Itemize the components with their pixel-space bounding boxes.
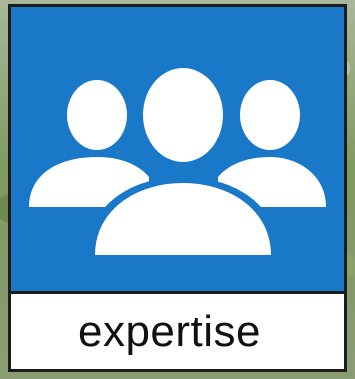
label-panel: expertise [11, 294, 344, 369]
team-group-icon [29, 61, 326, 255]
expertise-tile[interactable]: expertise [8, 4, 347, 372]
tile-label: expertise [77, 306, 262, 356]
icon-panel [11, 7, 344, 294]
